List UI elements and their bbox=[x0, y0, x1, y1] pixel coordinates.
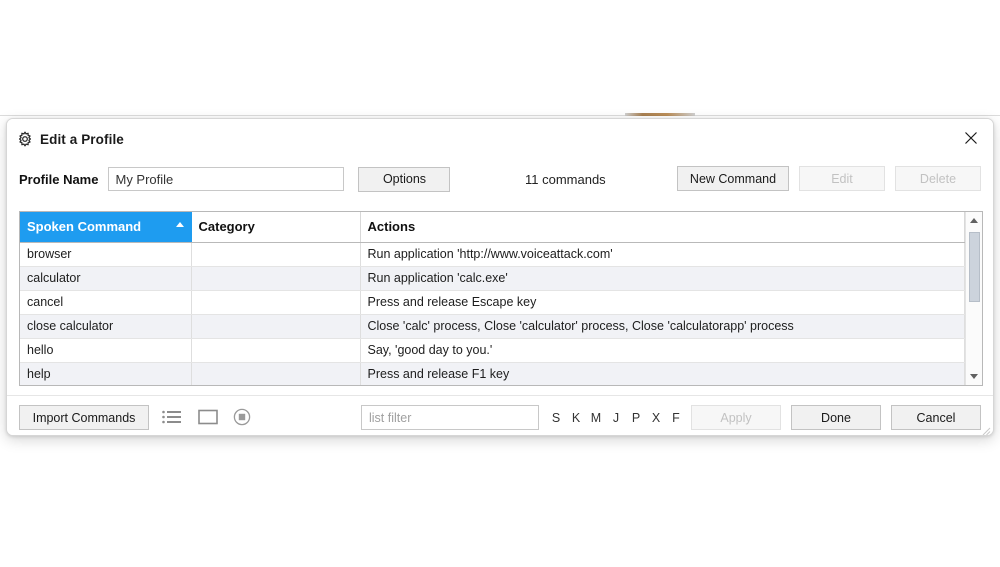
table-row[interactable]: browser Run application 'http://www.voic… bbox=[20, 242, 965, 267]
column-header-actions[interactable]: Actions bbox=[360, 212, 965, 243]
done-button[interactable]: Done bbox=[791, 405, 881, 430]
grid-vertical-scrollbar[interactable] bbox=[964, 212, 982, 385]
options-button[interactable]: Options bbox=[358, 166, 451, 192]
edit-profile-dialog: Edit a Profile Profile Name Options 11 c… bbox=[6, 118, 994, 436]
cell-actions: Close 'calc' process, Close 'calculator'… bbox=[360, 314, 965, 339]
column-header-label: Actions bbox=[367, 219, 416, 235]
apply-button: Apply bbox=[691, 405, 781, 430]
scrollbar-thumb[interactable] bbox=[968, 232, 980, 302]
letter-filter-x[interactable]: X bbox=[650, 411, 662, 425]
chevron-up-icon bbox=[970, 218, 979, 223]
column-header-label: Spoken Command bbox=[27, 219, 142, 235]
commands-grid: Spoken Command Category Actions browser … bbox=[19, 211, 983, 386]
column-header-spoken-command[interactable]: Spoken Command bbox=[20, 212, 192, 243]
new-command-button[interactable]: New Command bbox=[677, 166, 789, 191]
list-view-icon[interactable] bbox=[159, 404, 185, 430]
window-view-icon[interactable] bbox=[195, 404, 221, 430]
table-body: browser Run application 'http://www.voic… bbox=[20, 242, 965, 385]
list-filter-input[interactable] bbox=[361, 405, 539, 430]
cell-spoken-command: cancel bbox=[20, 290, 192, 315]
scroll-up-button[interactable] bbox=[965, 212, 982, 229]
cell-category bbox=[191, 266, 361, 291]
profile-toolbar: Profile Name Options 11 commands New Com… bbox=[7, 159, 993, 199]
dialog-buttons-group: Apply Done Cancel bbox=[691, 405, 981, 430]
table-row[interactable]: close calculator Close 'calc' process, C… bbox=[20, 314, 965, 339]
profile-name-label: Profile Name bbox=[19, 171, 99, 187]
letter-filter-p[interactable]: P bbox=[630, 411, 642, 425]
scroll-down-button[interactable] bbox=[965, 368, 982, 385]
column-header-label: Category bbox=[198, 219, 255, 235]
cell-spoken-command: close calculator bbox=[20, 314, 192, 339]
resize-grip[interactable] bbox=[979, 423, 991, 435]
command-count-label: 11 commands bbox=[525, 172, 606, 187]
command-actions-group: New Command Edit Delete bbox=[677, 166, 981, 191]
edit-command-button: Edit bbox=[799, 166, 885, 191]
chevron-down-icon bbox=[970, 374, 979, 379]
title-bar: Edit a Profile bbox=[7, 119, 993, 159]
import-commands-button[interactable]: Import Commands bbox=[19, 405, 149, 430]
cell-category bbox=[191, 362, 361, 385]
letter-filter-j[interactable]: J bbox=[610, 411, 622, 425]
profile-name-input[interactable] bbox=[108, 167, 345, 191]
table-header-row: Spoken Command Category Actions bbox=[20, 212, 965, 243]
cell-category bbox=[191, 314, 361, 339]
cell-actions: Run application 'calc.exe' bbox=[360, 266, 965, 291]
cell-actions: Press and release Escape key bbox=[360, 290, 965, 315]
background-divider bbox=[0, 115, 1000, 116]
commands-grid-body: Spoken Command Category Actions browser … bbox=[20, 212, 965, 385]
cell-spoken-command: hello bbox=[20, 338, 192, 363]
cell-spoken-command: browser bbox=[20, 242, 192, 267]
background-app-sliver bbox=[625, 113, 695, 116]
cell-actions: Run application 'http://www.voiceattack.… bbox=[360, 242, 965, 267]
cancel-button[interactable]: Cancel bbox=[891, 405, 981, 430]
record-stop-icon[interactable] bbox=[229, 404, 255, 430]
cell-spoken-command: help bbox=[20, 362, 192, 385]
letter-filter-s[interactable]: S bbox=[550, 411, 562, 425]
table-row[interactable]: cancel Press and release Escape key bbox=[20, 290, 965, 315]
cell-spoken-command: calculator bbox=[20, 266, 192, 291]
dialog-footer: Import Commands list filter S K M J P X … bbox=[7, 395, 993, 435]
window-title: Edit a Profile bbox=[40, 131, 124, 147]
table-row[interactable]: help Press and release F1 key bbox=[20, 362, 965, 385]
cell-category bbox=[191, 290, 361, 315]
letter-filter-group: S K M J P X F bbox=[550, 405, 682, 430]
cell-category bbox=[191, 242, 361, 267]
letter-filter-f[interactable]: F bbox=[670, 411, 682, 425]
cell-category bbox=[191, 338, 361, 363]
table-row[interactable]: hello Say, 'good day to you.' bbox=[20, 338, 965, 363]
gear-icon bbox=[17, 131, 33, 147]
delete-command-button: Delete bbox=[895, 166, 981, 191]
cell-actions: Press and release F1 key bbox=[360, 362, 965, 385]
screen: Edit a Profile Profile Name Options 11 c… bbox=[0, 0, 1000, 567]
table-row[interactable]: calculator Run application 'calc.exe' bbox=[20, 266, 965, 291]
column-header-category[interactable]: Category bbox=[191, 212, 361, 243]
close-button[interactable] bbox=[949, 119, 993, 157]
cell-actions: Say, 'good day to you.' bbox=[360, 338, 965, 363]
letter-filter-k[interactable]: K bbox=[570, 411, 582, 425]
close-icon bbox=[965, 132, 977, 144]
letter-filter-m[interactable]: M bbox=[590, 411, 602, 425]
sort-ascending-icon bbox=[175, 222, 184, 227]
